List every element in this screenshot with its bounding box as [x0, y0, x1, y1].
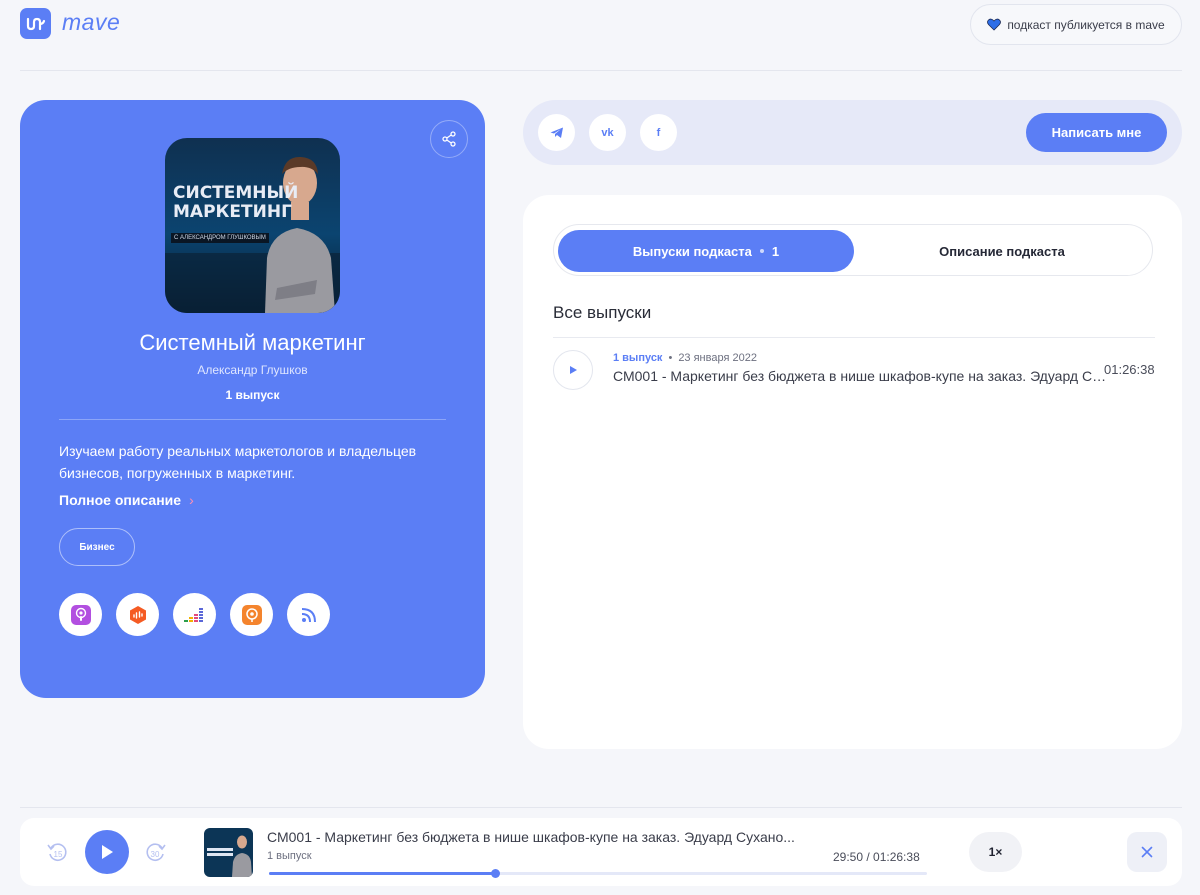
telegram-icon[interactable] [538, 114, 575, 151]
play-icon [102, 845, 113, 859]
header-divider [20, 70, 1182, 71]
logo-text[interactable]: mave [62, 9, 120, 36]
cover-title-text: СИСТЕМНЫЙ МАРКЕТИНГ [173, 184, 303, 222]
episode-title[interactable]: СМ001 - Маркетинг без бюджета в нише шка… [613, 368, 1108, 384]
episode-play-button[interactable] [553, 350, 593, 390]
episode-meta: 1 выпуск • 23 января 2022 [613, 352, 757, 364]
progress-bar[interactable] [269, 869, 927, 878]
podcast-description: Изучаем работу реальных маркетологов и в… [59, 443, 417, 481]
facebook-icon[interactable]: f [640, 114, 677, 151]
forward-30-icon: 30 [146, 843, 166, 861]
play-icon [569, 366, 577, 374]
header: mave подкаст публикуется в mave [0, 0, 1200, 70]
player-episode-label: 1 выпуск [267, 850, 312, 862]
apple-podcasts-icon[interactable] [59, 593, 102, 636]
publish-badge-label: подкаст публикуется в mave [1007, 17, 1165, 32]
tabs: Выпуски подкаста 1 Описание подкаста [553, 224, 1153, 276]
tab-episodes-count: 1 [771, 243, 780, 259]
castbox-icon[interactable] [116, 593, 159, 636]
player-title[interactable]: СМ001 - Маркетинг без бюджета в нише шка… [267, 829, 827, 845]
meta-separator: • [668, 352, 673, 364]
full-description-link[interactable]: Полное описание › [59, 492, 194, 508]
play-button[interactable] [85, 830, 129, 874]
podcast-episode-count: 1 выпуск [225, 388, 280, 402]
episodes-panel: Выпуски подкаста 1 Описание подкаста Все… [523, 195, 1182, 749]
tab-dot [759, 249, 764, 253]
section-title: Все выпуски [553, 303, 652, 322]
close-icon [1141, 846, 1153, 858]
skip-back-button[interactable]: 15 [44, 838, 72, 866]
player-thumbnail [204, 828, 253, 877]
list-divider [553, 337, 1155, 338]
platform-links [59, 593, 330, 636]
progress-handle[interactable] [491, 869, 501, 878]
skip-forward-label: 30 [151, 850, 160, 859]
close-player-button[interactable] [1127, 832, 1167, 872]
episode-number: 1 выпуск [613, 352, 663, 364]
tab-episodes-label: Выпуски подкаста [632, 243, 752, 259]
cover-line-2: МАРКЕТИНГ [173, 202, 292, 222]
podcast-card: СИСТЕМНЫЙ МАРКЕТИНГ С АЛЕКСАНДРОМ ГЛУШКО… [20, 100, 485, 698]
podcast-author[interactable]: Александр Глушков [20, 363, 485, 377]
audio-player: 15 30 СМ001 - Маркетинг без бюджета в ни… [20, 818, 1182, 886]
share-icon [442, 131, 456, 147]
cover-subtitle: С АЛЕКСАНДРОМ ГЛУШКОВЫМ [171, 233, 269, 243]
social-bar: vk f Написать мне [523, 100, 1182, 165]
publish-badge[interactable]: подкаст публикуется в mave [970, 4, 1182, 45]
tab-episodes[interactable]: Выпуски подкаста 1 [558, 230, 854, 272]
cover-line-1: СИСТЕМНЫЙ [173, 183, 299, 203]
full-description-label: Полное описание [59, 492, 182, 508]
card-divider [59, 419, 446, 420]
tab-description[interactable]: Описание подкаста [854, 230, 1150, 272]
deezer-icon[interactable] [173, 593, 216, 636]
skip-back-label: 15 [54, 850, 63, 859]
chevron-right-icon: › [189, 492, 194, 508]
rss-icon[interactable] [287, 593, 330, 636]
player-time: 29:50 / 01:26:38 [833, 850, 920, 864]
podcast-addict-icon[interactable] [230, 593, 273, 636]
podcast-cover [165, 138, 340, 313]
mave-logo-icon[interactable] [20, 8, 51, 39]
podcast-title: Системный маркетинг [139, 330, 366, 355]
heart-icon [987, 18, 1002, 31]
list-item[interactable]: 1 выпуск • 23 января 2022 СМ001 - Маркет… [553, 350, 1163, 392]
category-tag[interactable]: Бизнес [59, 528, 135, 566]
episode-date: 23 января 2022 [678, 352, 757, 364]
episode-duration: 01:26:38 [1104, 362, 1155, 377]
share-button[interactable] [430, 120, 468, 158]
speed-button[interactable]: 1× [969, 832, 1022, 872]
rewind-15-icon: 15 [47, 843, 67, 861]
progress-fill [269, 872, 496, 875]
player-divider [20, 807, 1182, 808]
vk-icon[interactable]: vk [589, 114, 626, 151]
skip-forward-button[interactable]: 30 [141, 838, 169, 866]
contact-button[interactable]: Написать мне [1026, 113, 1167, 152]
